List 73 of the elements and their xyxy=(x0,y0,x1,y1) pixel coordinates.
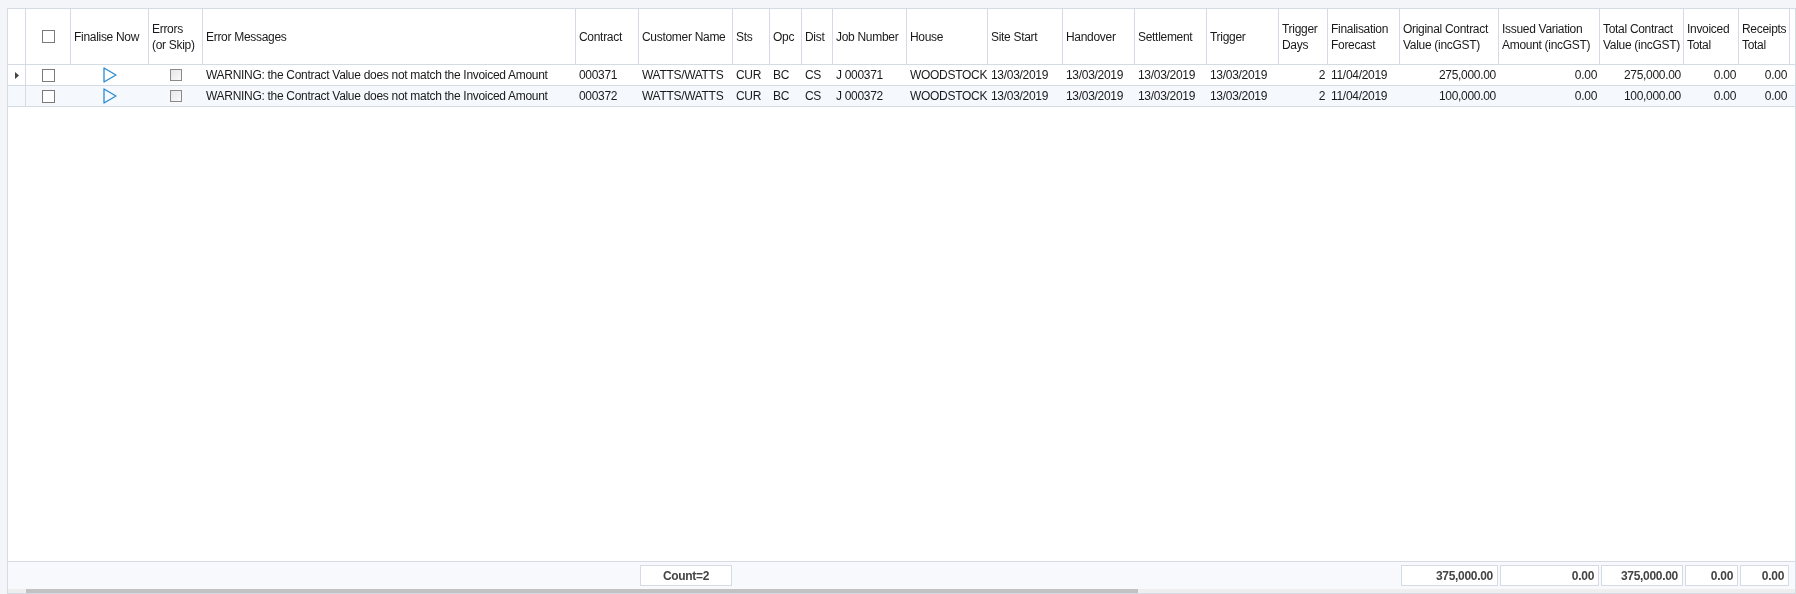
table-cell-text: 13/03/2019 xyxy=(991,88,1049,105)
table-cell-text: 13/03/2019 xyxy=(1138,88,1196,105)
table-cell-text: 0.00 xyxy=(1764,67,1787,84)
table-cell-text: 275,000.00 xyxy=(1438,67,1496,84)
table-cell-text: WARNING: the Contract Value does not match the Invoiced Amount xyxy=(206,88,548,105)
table-cell-text: 13/03/2019 xyxy=(991,67,1049,84)
table-cell-text: WATTS/WATTS xyxy=(642,67,724,84)
summary-cell: 375,000.00 xyxy=(1601,565,1683,586)
column-header[interactable]: Total Contract Value (incGST) xyxy=(1603,20,1680,53)
table-cell-text: 000372 xyxy=(579,88,618,105)
column-header[interactable]: Original Contract Value (incGST) xyxy=(1403,20,1495,53)
scrollbar-thumb[interactable] xyxy=(26,589,1138,593)
table-cell-text: WOODSTOCK xyxy=(910,88,988,105)
table-cell-text: J 000371 xyxy=(836,67,883,84)
table-cell-text: WOODSTOCK xyxy=(910,67,988,84)
table-cell-text: 0.00 xyxy=(1574,88,1597,105)
summary-cell: 0.00 xyxy=(1685,565,1738,586)
column-header[interactable]: Handover xyxy=(1066,28,1116,45)
checkbox[interactable] xyxy=(170,69,182,81)
column-header[interactable]: Error Messages xyxy=(206,28,287,45)
checkbox[interactable] xyxy=(42,89,55,103)
column-header[interactable]: Finalise Now xyxy=(74,28,140,45)
column-header[interactable]: Customer Name xyxy=(642,28,726,45)
table-cell-text: CS xyxy=(805,88,822,105)
table-cell-text: BC xyxy=(773,88,790,105)
column-header[interactable]: House xyxy=(910,28,944,45)
table-cell-text: 0.00 xyxy=(1713,67,1736,84)
summary-cell: 0.00 xyxy=(1500,565,1599,586)
table-cell-text: CS xyxy=(805,67,822,84)
table-cell-text: 000371 xyxy=(579,67,618,84)
column-header[interactable]: Trigger Days xyxy=(1282,20,1324,53)
table-cell-text: CUR xyxy=(736,88,762,105)
table-cell-text: BC xyxy=(773,67,790,84)
column-header[interactable]: Receipts Total xyxy=(1742,20,1787,53)
table-cell-text: WARNING: the Contract Value does not match the Invoiced Amount xyxy=(206,67,548,84)
column-header[interactable]: Job Number xyxy=(836,28,899,45)
table-cell-text: 0.00 xyxy=(1713,88,1736,105)
column-header[interactable]: Settlement xyxy=(1138,28,1193,45)
table-cell-text: 2 xyxy=(1318,67,1325,84)
table-cell-text: 275,000.00 xyxy=(1623,67,1681,84)
table-cell-text: J 000372 xyxy=(836,88,883,105)
column-header[interactable]: Opc xyxy=(773,28,795,45)
table-cell-text: 13/03/2019 xyxy=(1066,67,1124,84)
table-cell-text: 11/04/2019 xyxy=(1331,67,1388,84)
table-cell-text: 13/03/2019 xyxy=(1066,88,1124,105)
column-header[interactable]: Sts xyxy=(736,28,753,45)
play-icon[interactable] xyxy=(103,88,117,104)
column-header[interactable]: Trigger xyxy=(1210,28,1246,45)
table-cell-text: 11/04/2019 xyxy=(1331,88,1388,105)
table-cell-text: 13/03/2019 xyxy=(1138,67,1196,84)
column-header[interactable]: Errors (or Skip) xyxy=(152,20,199,53)
table-cell-text: WATTS/WATTS xyxy=(642,88,724,105)
summary-cell: 375,000.00 xyxy=(1401,565,1498,586)
column-header[interactable]: Issued Variation Amount (incGST) xyxy=(1502,20,1596,53)
table-cell-text: 13/03/2019 xyxy=(1210,67,1268,84)
column-header[interactable]: Invoiced Total xyxy=(1687,20,1735,53)
checkbox[interactable] xyxy=(170,90,182,102)
play-icon[interactable] xyxy=(103,67,117,83)
table-cell-text: 0.00 xyxy=(1574,67,1597,84)
table-cell-text: 100,000.00 xyxy=(1438,88,1496,105)
summary-cell: 0.00 xyxy=(1740,565,1789,586)
table-cell-text: 13/03/2019 xyxy=(1210,88,1268,105)
checkbox[interactable] xyxy=(41,30,55,43)
table-cell-text: 2 xyxy=(1318,88,1325,105)
column-header[interactable]: Finalisation Forecast xyxy=(1331,20,1396,53)
table-cell-text: CUR xyxy=(736,67,762,84)
column-header[interactable]: Contract xyxy=(579,28,622,45)
column-header[interactable]: Site Start xyxy=(991,28,1038,45)
checkbox[interactable] xyxy=(42,68,55,82)
column-header[interactable]: Dist xyxy=(805,28,825,45)
summary-cell: Count=2 xyxy=(640,565,732,586)
table-cell-text: 100,000.00 xyxy=(1623,88,1681,105)
table-cell-text: 0.00 xyxy=(1764,88,1787,105)
